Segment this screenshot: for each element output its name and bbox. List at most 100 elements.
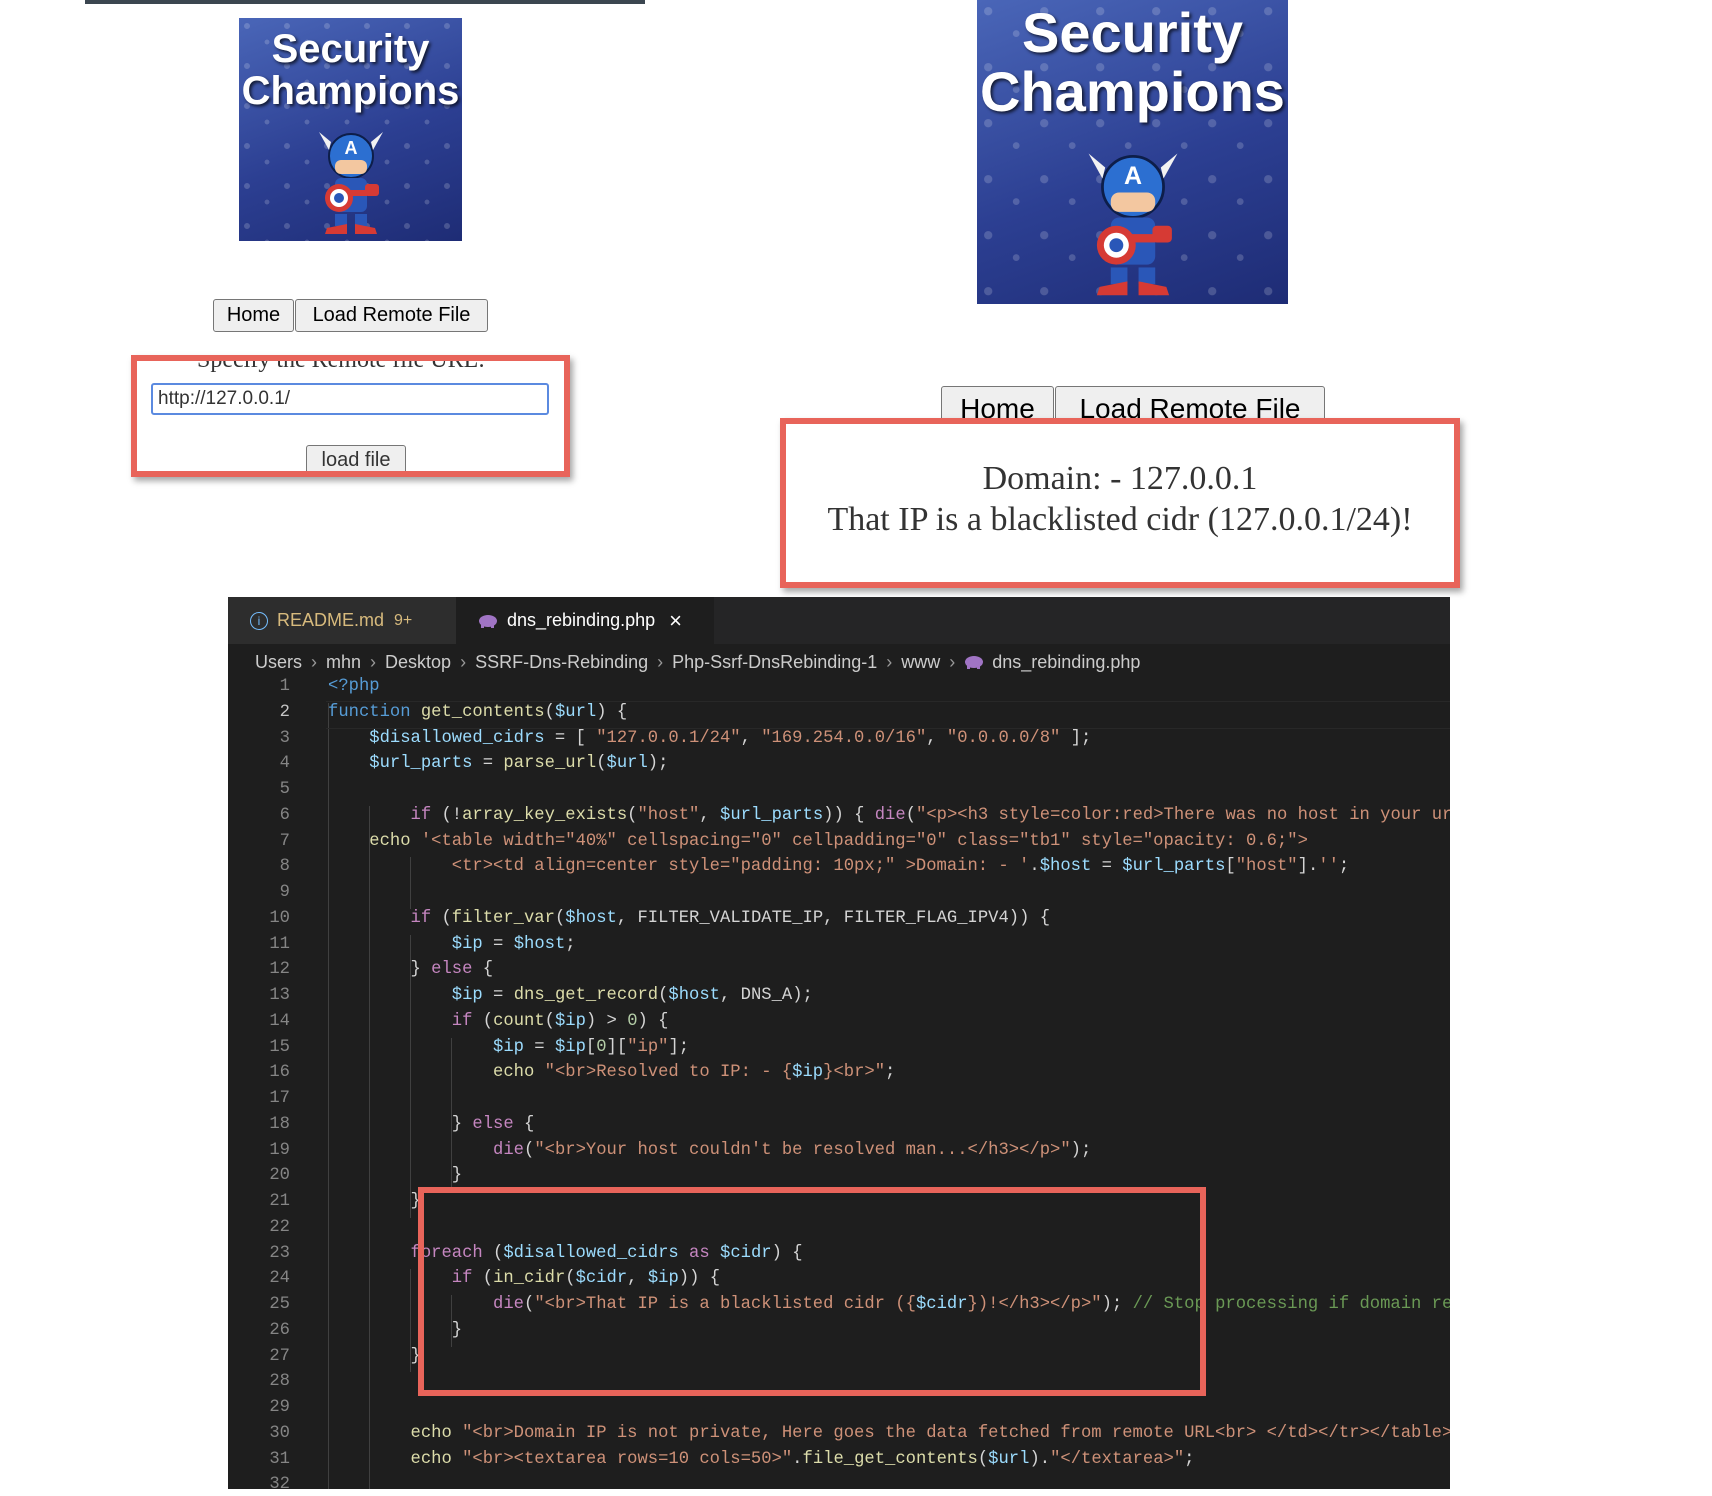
tab-readme[interactable]: i README.md 9+ bbox=[228, 597, 456, 644]
line-number: 22 bbox=[269, 1217, 290, 1237]
chevron-right-icon: › bbox=[949, 651, 956, 672]
breadcrumb-item[interactable]: mhn bbox=[326, 652, 361, 673]
url-input[interactable] bbox=[151, 383, 549, 415]
mascot-icon: A bbox=[1088, 153, 1178, 296]
code-line[interactable]: <tr><td align=center style="padding: 10p… bbox=[328, 857, 1349, 876]
indent-guide bbox=[451, 1140, 452, 1192]
chevron-right-icon: › bbox=[657, 651, 664, 672]
code-highlight bbox=[418, 1187, 1206, 1396]
code-line[interactable]: $ip = $ip[0]["ip"]; bbox=[328, 1038, 689, 1057]
code-line[interactable]: $ip = dns_get_record($host, DNS_A); bbox=[328, 986, 813, 1005]
line-number: 5 bbox=[279, 780, 290, 799]
breadcrumb-item[interactable]: SSRF-Dns-Rebinding bbox=[475, 652, 648, 673]
line-number: 27 bbox=[269, 1346, 290, 1366]
chevron-right-icon: › bbox=[460, 651, 467, 672]
logo-title-line1: Security bbox=[271, 27, 430, 71]
line-number: 15 bbox=[269, 1037, 290, 1057]
security-champions-logo-large: Security Champions A bbox=[977, 0, 1288, 304]
info-icon: i bbox=[250, 611, 268, 630]
top-strip bbox=[85, 0, 645, 4]
line-number: 13 bbox=[269, 986, 290, 1005]
code-line[interactable]: <?php bbox=[328, 677, 380, 696]
line-number: 19 bbox=[269, 1140, 290, 1160]
line-number: 26 bbox=[269, 1320, 290, 1340]
breadcrumb-item[interactable]: dns_rebinding.php bbox=[992, 652, 1140, 673]
breadcrumb-item[interactable]: Php-Ssrf-DnsRebinding-1 bbox=[672, 652, 877, 673]
code-line[interactable]: if (filter_var($host, FILTER_VALIDATE_IP… bbox=[328, 909, 1051, 928]
line-number: 12 bbox=[269, 960, 290, 980]
indent-guide bbox=[369, 805, 370, 1489]
breadcrumb-item[interactable]: Users bbox=[255, 652, 302, 673]
load-file-button[interactable]: load file bbox=[306, 445, 406, 471]
line-number: 29 bbox=[269, 1398, 290, 1417]
code-line[interactable]: if (!array_key_exists("host", $url_parts… bbox=[328, 806, 1450, 825]
line-number: 32 bbox=[269, 1475, 290, 1489]
tab-dns-rebinding-label: dns_rebinding.php bbox=[507, 610, 656, 630]
tab-readme-badge: 9+ bbox=[394, 611, 413, 629]
line-number: 9 bbox=[279, 883, 290, 902]
editor-tab-bar: i README.md 9+ dns_rebinding.php × bbox=[228, 597, 1450, 644]
line-number: 23 bbox=[269, 1243, 290, 1263]
home-button[interactable]: Home bbox=[213, 299, 294, 332]
line-number: 3 bbox=[279, 728, 290, 748]
logo-title-line1: Security bbox=[1022, 1, 1243, 64]
code-line[interactable]: die("<br>Your host couldn't be resolved … bbox=[328, 1141, 1091, 1160]
code-line[interactable]: echo '<table width="40%" cellspacing="0"… bbox=[328, 832, 1308, 851]
line-number: 10 bbox=[269, 908, 290, 928]
chevron-right-icon: › bbox=[886, 651, 893, 672]
line-number: 21 bbox=[269, 1192, 290, 1211]
line-number: 28 bbox=[269, 1372, 290, 1392]
code-line[interactable]: $disallowed_cidrs = [ "127.0.0.1/24", "1… bbox=[328, 729, 1091, 748]
tab-readme-label: README.md bbox=[277, 610, 385, 630]
svg-text:A: A bbox=[345, 138, 358, 158]
code-line[interactable]: } bbox=[328, 1192, 421, 1211]
url-form-highlight: Specify the Remote file URL: load file bbox=[131, 355, 570, 477]
indent-guide bbox=[451, 1037, 452, 1141]
php-elephant-icon bbox=[479, 614, 497, 628]
code-line[interactable]: echo "<br>Domain IP is not private, Here… bbox=[328, 1424, 1450, 1443]
indent-guide bbox=[410, 1269, 411, 1373]
line-number: 16 bbox=[269, 1063, 290, 1083]
line-number: 7 bbox=[279, 831, 290, 851]
breadcrumb-item[interactable]: Desktop bbox=[385, 652, 451, 673]
domain-result: Domain: - 127.0.0.1 bbox=[982, 460, 1258, 497]
line-number: 4 bbox=[279, 754, 290, 774]
breadcrumb: Users › mhn › Desktop › SSRF-Dns-Rebinding ›… bbox=[255, 647, 1140, 677]
line-number: 18 bbox=[269, 1114, 290, 1134]
line-number: 25 bbox=[269, 1295, 290, 1314]
line-number: 14 bbox=[269, 1011, 290, 1031]
logo-title-line2: Champions bbox=[980, 59, 1285, 123]
line-number: 30 bbox=[269, 1423, 290, 1443]
load-remote-file-button[interactable]: Load Remote File bbox=[295, 299, 488, 332]
result-highlight: Domain: - 127.0.0.1 That IP is a blackli… bbox=[780, 418, 1460, 588]
code-line[interactable]: echo "<br><textarea rows=10 cols=50>".fi… bbox=[328, 1450, 1195, 1469]
code-line[interactable]: } bbox=[328, 1347, 421, 1366]
indent-guide bbox=[410, 934, 411, 986]
indent-guide bbox=[410, 857, 411, 909]
code-line[interactable]: } else { bbox=[328, 1115, 535, 1134]
chevron-right-icon: › bbox=[370, 651, 377, 672]
blacklist-result: That IP is a blacklisted cidr (127.0.0.1… bbox=[827, 501, 1413, 538]
line-number: 8 bbox=[279, 857, 290, 877]
line-number: 17 bbox=[269, 1089, 290, 1108]
mascot-icon: A bbox=[319, 132, 383, 234]
code-line[interactable]: if (count($ip) > 0) { bbox=[328, 1012, 669, 1031]
line-number: 31 bbox=[269, 1449, 290, 1469]
breadcrumb-item[interactable]: www bbox=[901, 652, 940, 673]
url-prompt-label: Specify the Remote file URL: bbox=[197, 355, 485, 373]
close-icon[interactable]: × bbox=[669, 608, 682, 634]
indent-guide bbox=[410, 986, 411, 1218]
logo-title-line2: Champions bbox=[241, 69, 460, 113]
line-number: 2 bbox=[279, 702, 290, 722]
php-elephant-icon bbox=[965, 656, 984, 669]
line-number: 20 bbox=[269, 1166, 290, 1186]
code-line[interactable]: $url_parts = parse_url($url); bbox=[328, 754, 668, 773]
active-line-highlight bbox=[326, 700, 1450, 729]
line-number: 11 bbox=[269, 934, 290, 954]
indent-guide bbox=[328, 702, 329, 1489]
code-line[interactable]: } bbox=[328, 1166, 462, 1185]
tab-dns-rebinding[interactable]: dns_rebinding.php × bbox=[456, 597, 714, 644]
line-number: 1 bbox=[279, 677, 290, 696]
code-line[interactable]: $ip = $host; bbox=[328, 935, 576, 954]
code-line[interactable]: echo "<br>Resolved to IP: - {$ip}<br>"; bbox=[328, 1063, 895, 1082]
